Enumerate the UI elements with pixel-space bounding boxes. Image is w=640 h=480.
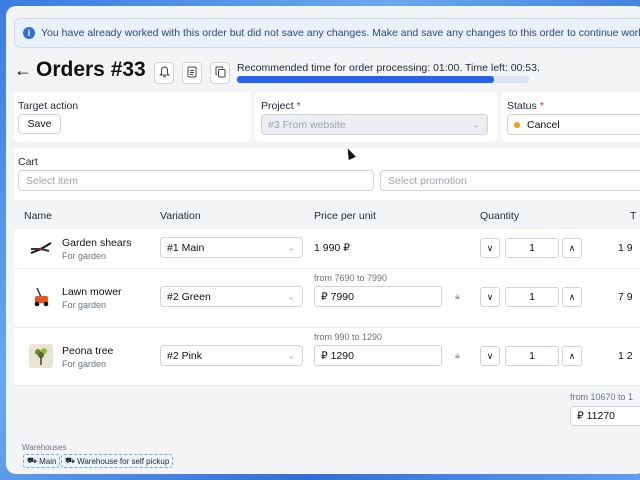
total-value: 1 9 (618, 242, 633, 254)
increase-quantity-button[interactable]: ∧ (562, 238, 582, 258)
cart-label: Cart (18, 156, 38, 168)
app-window: i You have already worked with this orde… (6, 6, 640, 474)
page-header: ← Orders #33 Recommended time for order … (14, 56, 634, 90)
table-row: Garden shears For garden #1 Main ⌄ 1 990… (14, 228, 640, 268)
decrease-quantity-button[interactable]: ∨ (480, 346, 500, 366)
banner-text: You have already worked with this order … (41, 27, 640, 39)
truck-icon: ⛟ (27, 456, 38, 465)
project-card: Project * #3 From website ⌄ (255, 92, 497, 142)
project-select[interactable]: #3 From website ⌄ (261, 114, 488, 135)
price-range: from 990 to 1290 (314, 332, 383, 342)
copy-button[interactable] (210, 62, 230, 84)
status-dot (514, 121, 520, 128)
project-label: Project * (261, 100, 301, 112)
page-title: Orders #33 (36, 58, 146, 81)
increase-quantity-button[interactable]: ∧ (562, 287, 582, 307)
select-item-input[interactable]: Select item (18, 170, 374, 191)
product-category: For garden (62, 359, 107, 369)
processing-timer-fill (237, 76, 494, 83)
select-promotion-input[interactable]: Select promotion (380, 170, 640, 191)
price-value: 1 990 ₽ (314, 242, 350, 254)
table-header: Name Variation Price per unit Quantity T (14, 200, 640, 228)
total-value: 1 2 (618, 350, 633, 362)
plant-icon (29, 344, 53, 368)
lock-icon: 🔒︎ (455, 350, 460, 360)
product-category: For garden (62, 251, 107, 261)
quantity-input[interactable]: 1 (505, 238, 559, 258)
product-name: Lawn mower (62, 286, 122, 298)
price-range: from 7690 to 7990 (314, 273, 388, 283)
target-action-card: Target action Save (14, 92, 251, 142)
warehouse-name: Warehouse for self pickup (77, 456, 170, 466)
variation-select[interactable]: #2 Green ⌄ (160, 286, 303, 307)
price-input[interactable]: ₽ 7990 (314, 286, 442, 307)
quantity-input[interactable]: 1 (505, 287, 559, 307)
quantity-input[interactable]: 1 (505, 346, 559, 366)
price-input[interactable]: ₽ 1290 (314, 345, 442, 366)
summary-price-range: from 10670 to 1 (570, 392, 634, 402)
cart-card: Cart Select item Select promotion Name V… (14, 148, 640, 436)
decrease-quantity-button[interactable]: ∨ (480, 238, 500, 258)
column-header-quantity: Quantity (480, 210, 520, 222)
total-value: 7 9 (618, 291, 633, 303)
column-header-price: Price per unit (314, 210, 376, 222)
column-header-name: Name (24, 210, 53, 222)
document-button[interactable] (182, 62, 202, 84)
summary-row: from 10670 to 1 ₽ 11270 (14, 385, 640, 436)
processing-timer-text: Recommended time for order processing: 0… (237, 62, 540, 74)
bell-icon (158, 65, 170, 81)
shears-icon (29, 237, 53, 261)
chevron-down-icon: ∨ (486, 291, 494, 302)
warehouses-label: Warehouses (22, 443, 67, 452)
info-icon: i (23, 27, 35, 39)
summary-price-input[interactable]: ₽ 11270 (570, 406, 640, 426)
chevron-up-icon: ∧ (568, 242, 576, 253)
status-select[interactable]: Cancel (507, 114, 640, 135)
chevron-down-icon: ∨ (486, 350, 494, 361)
column-header-total: T (630, 210, 637, 222)
lock-icon: 🔒︎ (455, 291, 460, 301)
lawn-mower-icon (29, 285, 53, 309)
copy-icon (215, 66, 226, 81)
target-action-label: Target action (18, 100, 79, 112)
chevron-down-icon: ⌄ (287, 291, 295, 301)
variation-value: #2 Green (167, 290, 211, 303)
warehouse-tag-self-pickup[interactable]: ⛟ Warehouse for self pickup (61, 454, 174, 468)
truck-icon: ⛟ (65, 456, 76, 465)
warehouse-name: Main (39, 456, 57, 466)
table-row: Peona tree For garden #2 Pink ⌄ from 990… (14, 327, 640, 385)
document-icon (187, 66, 197, 81)
variation-select[interactable]: #1 Main ⌄ (160, 237, 303, 258)
project-value: #3 From website (268, 118, 346, 131)
table-row: Lawn mower For garden #2 Green ⌄ from 76… (14, 268, 640, 327)
product-name: Garden shears (62, 237, 132, 249)
product-category: For garden (62, 300, 107, 310)
status-card: Status * Cancel (501, 92, 640, 142)
variation-value: #2 Pink (167, 349, 203, 362)
save-button[interactable]: Save (18, 114, 61, 134)
status-value: Cancel (527, 118, 560, 131)
chevron-up-icon: ∧ (568, 350, 576, 361)
decrease-quantity-button[interactable]: ∨ (480, 287, 500, 307)
chevron-down-icon: ⌄ (287, 350, 295, 360)
notifications-button[interactable] (154, 62, 174, 84)
product-name: Peona tree (62, 345, 114, 357)
chevron-up-icon: ∧ (568, 291, 576, 302)
increase-quantity-button[interactable]: ∧ (562, 346, 582, 366)
processing-timer-bar (237, 76, 529, 83)
chevron-down-icon: ⌄ (472, 119, 480, 129)
variation-select[interactable]: #2 Pink ⌄ (160, 345, 303, 366)
chevron-down-icon: ∨ (486, 242, 494, 253)
variation-value: #1 Main (167, 241, 205, 254)
column-header-variation: Variation (160, 210, 201, 222)
arrow-left-icon[interactable]: ← (14, 60, 32, 81)
chevron-down-icon: ⌄ (287, 242, 295, 252)
info-banner: i You have already worked with this orde… (14, 18, 640, 48)
status-label: Status * (507, 100, 544, 112)
warehouse-tag-main[interactable]: ⛟ Main (23, 454, 61, 468)
